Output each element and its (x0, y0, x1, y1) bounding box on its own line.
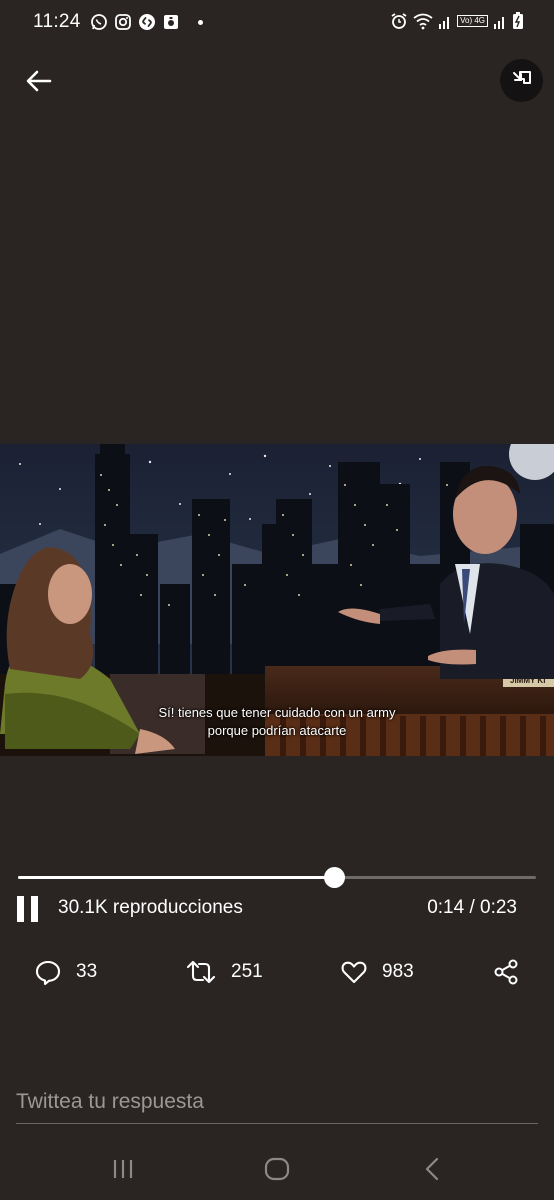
pause-icon-bar-right (31, 896, 38, 922)
recent-apps-icon[interactable] (108, 1156, 138, 1182)
signal-icon (439, 17, 450, 29)
status-time: 11:24 (33, 11, 81, 32)
back-arrow-icon[interactable] (22, 64, 56, 98)
whatsapp-icon (91, 14, 107, 30)
signal-icon-2 (494, 17, 504, 29)
retweet-icon (186, 960, 216, 984)
picture-in-picture-button[interactable] (500, 59, 543, 102)
reply-count: 33 (76, 961, 98, 982)
retweet-button[interactable]: 251 (185, 954, 263, 990)
like-button[interactable]: 983 (340, 954, 414, 990)
subtitle-line-2: porque podrían atacarte (207, 723, 347, 738)
playback-time: 0:14 / 0:23 (427, 897, 517, 918)
progress-fill (18, 876, 334, 879)
retweet-count: 251 (231, 961, 263, 982)
wifi-icon (413, 13, 433, 30)
pause-button[interactable] (17, 896, 39, 922)
status-left-icons (90, 13, 203, 31)
reply-input[interactable] (16, 1084, 538, 1124)
reply-button[interactable]: 33 (34, 954, 97, 990)
share-icon (494, 959, 518, 985)
progress-scrubber-handle[interactable] (323, 867, 345, 888)
alarm-icon (391, 13, 407, 29)
system-navigation-bar (0, 1136, 554, 1200)
status-right-icons: Vo) 4G (390, 12, 524, 30)
heart-icon (341, 961, 367, 984)
status-bar: 11:24 Vo) 4G (0, 0, 554, 44)
more-notifications-dot (198, 19, 203, 25)
reply-icon (35, 960, 61, 986)
view-count: 30.1K reproducciones (58, 897, 243, 918)
volte-4g-icon: Vo) 4G (457, 15, 488, 27)
video-subtitles: Sí! tienes que tener cuidado con un army… (0, 704, 554, 740)
shazam-icon (139, 14, 155, 30)
battery-charging-icon (513, 12, 523, 29)
instagram-icon (115, 14, 131, 30)
pause-icon-bar-left (17, 896, 24, 922)
system-back-icon[interactable] (418, 1156, 448, 1182)
video-progress-bar[interactable] (18, 867, 536, 888)
share-button[interactable] (492, 954, 520, 990)
like-count: 983 (382, 961, 414, 982)
home-icon[interactable] (262, 1156, 292, 1182)
notification-app-icon (164, 15, 178, 29)
subtitle-line-1: Sí! tienes que tener cuidado con un army (158, 705, 396, 720)
minimize-video-icon (512, 70, 531, 84)
